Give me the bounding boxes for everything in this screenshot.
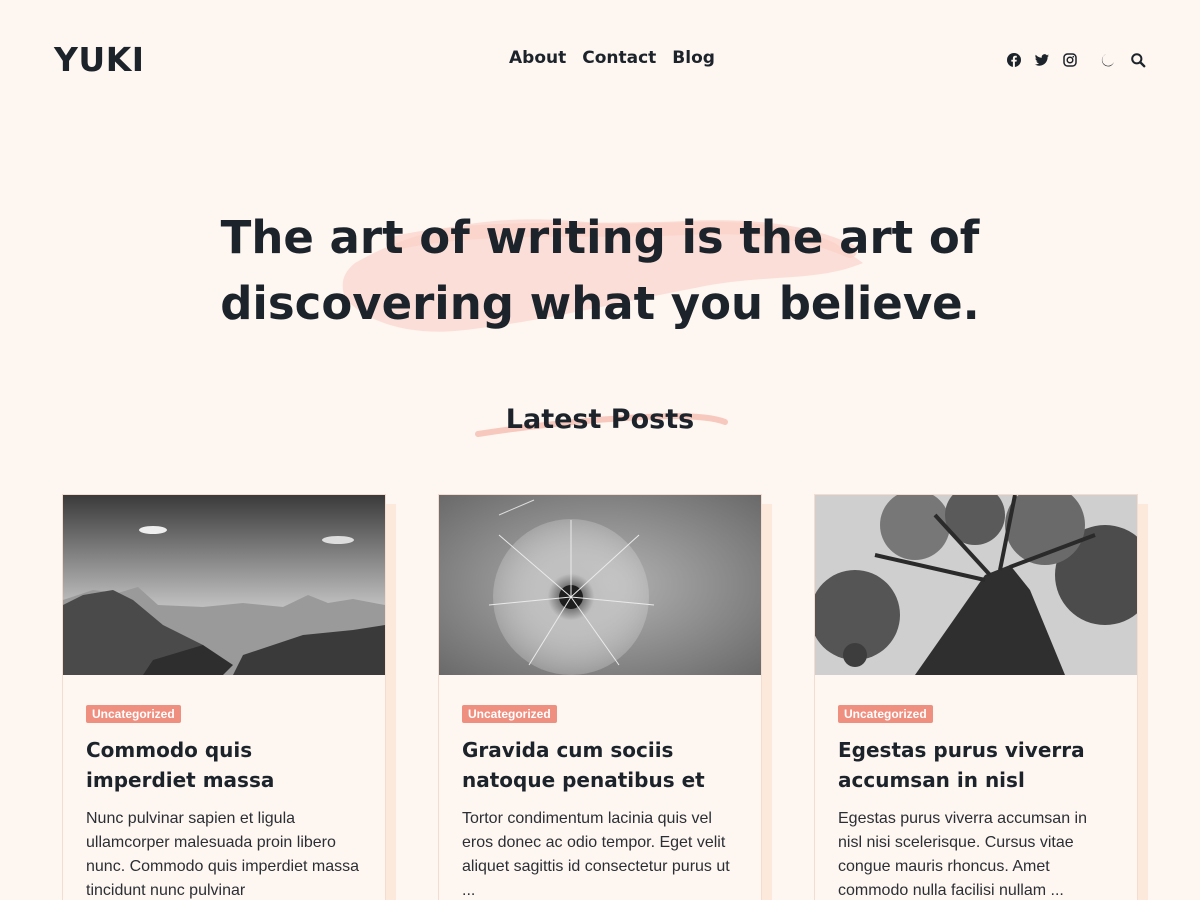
moon-icon[interactable] <box>1098 50 1118 70</box>
twitter-icon[interactable] <box>1032 50 1052 70</box>
category-badge[interactable]: Uncategorized <box>462 705 557 723</box>
nav-about[interactable]: About <box>509 48 566 68</box>
main-nav: About Contact Blog <box>509 48 715 68</box>
header-icons <box>1004 50 1148 70</box>
latest-posts-header: Latest Posts <box>0 398 1200 448</box>
hero-quote: The art of writing is the art of discove… <box>220 211 980 330</box>
category-badge[interactable]: Uncategorized <box>86 705 181 723</box>
hero-section: The art of writing is the art of discove… <box>0 200 1200 360</box>
post-title[interactable]: Egestas purus viverra accumsan in nisl <box>838 735 1114 795</box>
post-excerpt: Egestas purus viverra accumsan in nisl n… <box>838 810 1087 899</box>
post-thumbnail-mountains[interactable] <box>63 495 385 675</box>
nav-contact[interactable]: Contact <box>582 48 656 68</box>
latest-posts-title: Latest Posts <box>505 404 695 435</box>
category-badge[interactable]: Uncategorized <box>838 705 933 723</box>
search-icon[interactable] <box>1128 50 1148 70</box>
post-title[interactable]: Commodo quis imperdiet massa <box>86 735 362 795</box>
post-excerpt: Tortor condimentum lacinia quis vel eros… <box>462 810 730 899</box>
site-header: YUKI About Contact Blog <box>0 0 1200 120</box>
post-card[interactable]: Uncategorized Egestas purus viverra accu… <box>814 494 1138 900</box>
post-card[interactable]: Uncategorized Gravida cum sociis natoque… <box>438 494 762 900</box>
post-excerpt: Nunc pulvinar sapien et ligula ullamcorp… <box>86 810 360 899</box>
site-logo[interactable]: YUKI <box>54 40 145 79</box>
post-card[interactable]: Uncategorized Commodo quis imperdiet mas… <box>62 494 386 900</box>
nav-blog[interactable]: Blog <box>672 48 715 68</box>
instagram-icon[interactable] <box>1060 50 1080 70</box>
post-thumbnail-dandelion[interactable] <box>439 495 761 675</box>
post-title[interactable]: Gravida cum sociis natoque penatibus et <box>462 735 738 795</box>
posts-grid: Uncategorized Commodo quis imperdiet mas… <box>62 494 1138 900</box>
facebook-icon[interactable] <box>1004 50 1024 70</box>
post-thumbnail-tree[interactable] <box>815 495 1137 675</box>
